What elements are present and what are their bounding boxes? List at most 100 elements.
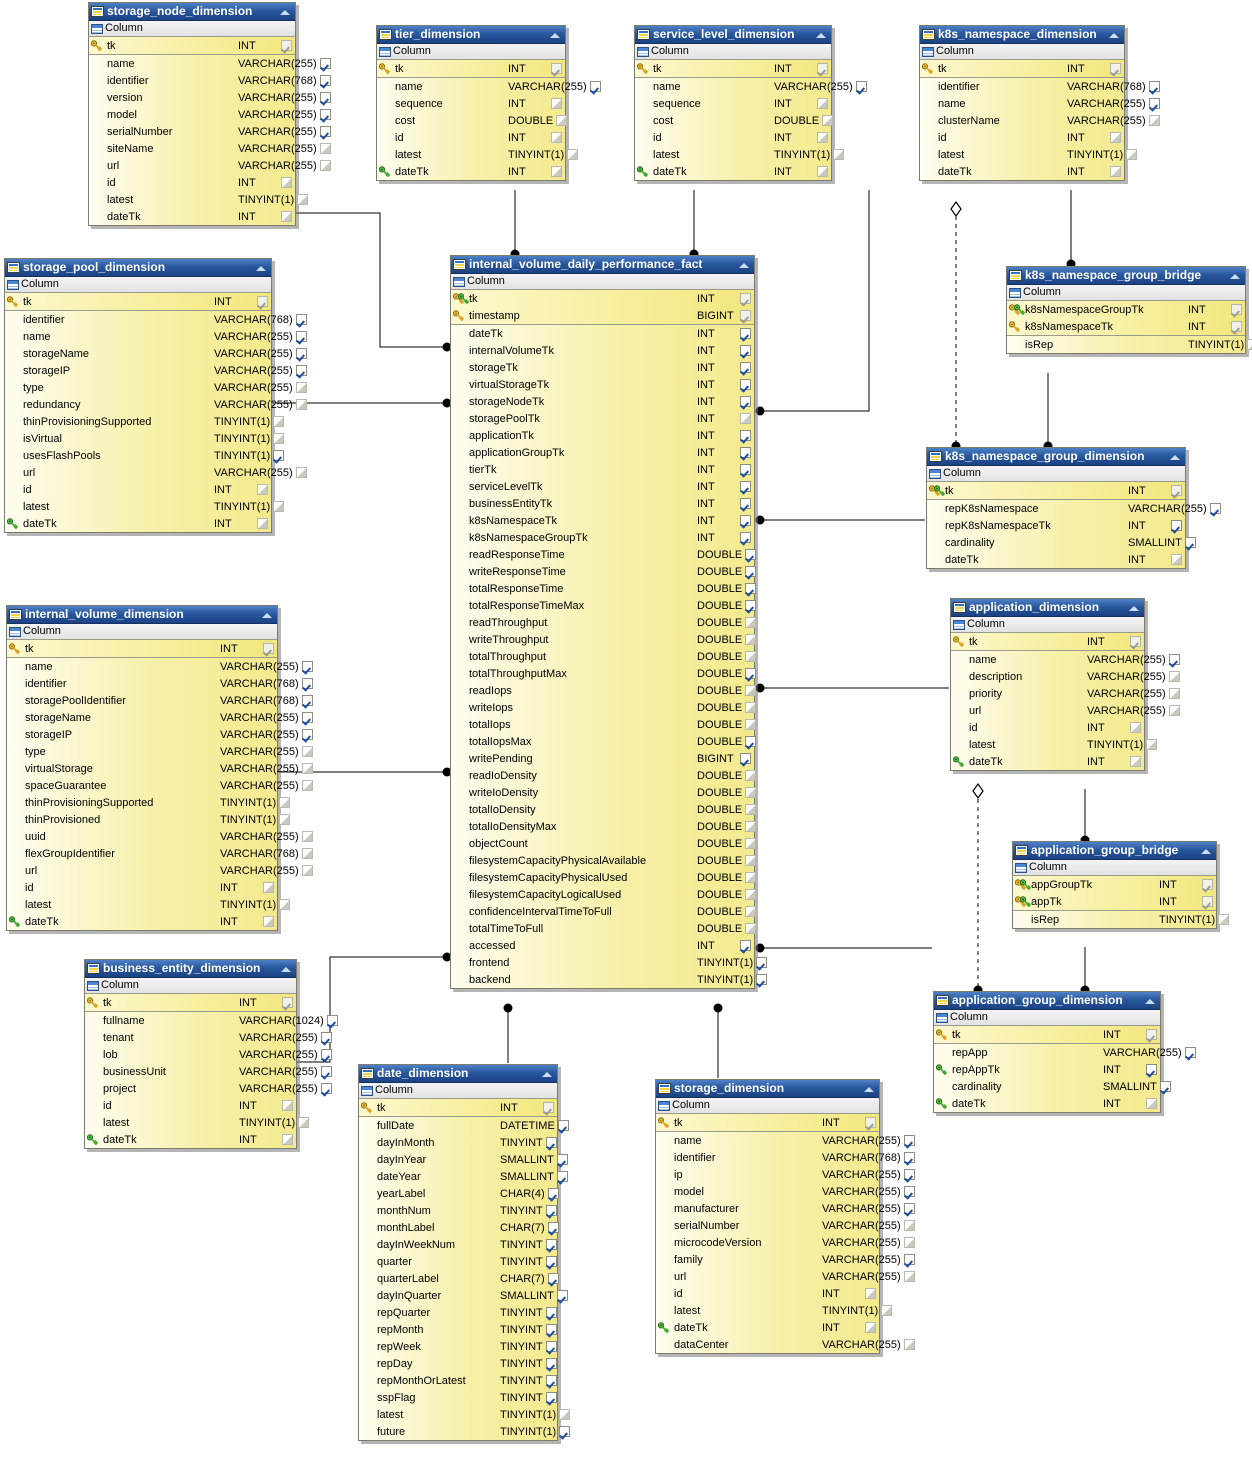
- column-checkbox[interactable]: [1148, 98, 1160, 109]
- column-row[interactable]: repAppTk INT: [934, 1061, 1160, 1078]
- column-row[interactable]: repWeek TINYINT: [359, 1338, 557, 1355]
- column-checkbox[interactable]: [295, 399, 307, 410]
- column-row[interactable]: sspFlag TINYINT: [359, 1389, 557, 1406]
- column-checkbox[interactable]: [745, 855, 757, 866]
- table-title-bar[interactable]: internal_volume_dimension: [7, 606, 277, 624]
- column-row[interactable]: filesystemCapacityLogicalUsed DOUBLE: [451, 886, 757, 903]
- column-checkbox[interactable]: [545, 1375, 557, 1386]
- column-row[interactable]: tk INT: [934, 1026, 1160, 1043]
- column-row[interactable]: dateTk INT: [89, 208, 295, 225]
- column-checkbox[interactable]: [557, 1120, 569, 1131]
- table-title-bar[interactable]: business_entity_dimension: [85, 960, 296, 978]
- column-row[interactable]: description VARCHAR(255): [951, 668, 1180, 685]
- column-checkbox-cell[interactable]: [543, 1239, 560, 1250]
- column-checkbox[interactable]: [551, 132, 562, 143]
- column-checkbox-cell[interactable]: [742, 804, 759, 815]
- column-checkbox-cell[interactable]: [1182, 537, 1199, 548]
- column-checkbox-cell[interactable]: [543, 1307, 560, 1318]
- column-checkbox[interactable]: [1130, 722, 1141, 733]
- column-row[interactable]: version VARCHAR(255): [89, 89, 331, 106]
- column-checkbox[interactable]: [1218, 914, 1230, 925]
- column-row[interactable]: id INT: [656, 1285, 879, 1302]
- column-checkbox-cell[interactable]: [318, 1049, 335, 1060]
- column-checkbox[interactable]: [1171, 554, 1182, 565]
- column-checkbox[interactable]: [282, 1134, 293, 1145]
- column-row[interactable]: dateTk INT: [920, 163, 1124, 180]
- column-checkbox-cell[interactable]: [293, 382, 310, 393]
- column-row[interactable]: dayInMonth TINYINT: [359, 1134, 557, 1151]
- column-row[interactable]: businessUnit VARCHAR(255): [85, 1063, 332, 1080]
- column-checkbox-cell[interactable]: [299, 848, 316, 859]
- column-checkbox-cell[interactable]: [556, 1426, 573, 1437]
- column-checkbox-cell[interactable]: [545, 1222, 562, 1233]
- column-row[interactable]: tk INT: [7, 640, 277, 657]
- column-checkbox-cell[interactable]: [742, 889, 759, 900]
- column-checkbox-cell[interactable]: [742, 702, 759, 713]
- table-title-bar[interactable]: k8s_namespace_group_dimension: [927, 448, 1185, 466]
- column-checkbox-cell[interactable]: [324, 1015, 341, 1026]
- column-checkbox[interactable]: [273, 433, 285, 444]
- column-checkbox[interactable]: [745, 651, 757, 662]
- column-checkbox-cell[interactable]: [555, 1120, 572, 1131]
- column-checkbox[interactable]: [545, 1307, 557, 1318]
- column-row[interactable]: tk INT: [951, 633, 1144, 650]
- column-checkbox[interactable]: [547, 1222, 559, 1233]
- collapse-chevron-icon[interactable]: [1107, 29, 1121, 41]
- column-row[interactable]: serviceLevelTk INT: [451, 478, 754, 495]
- column-checkbox[interactable]: [545, 1137, 557, 1148]
- column-checkbox-cell[interactable]: [901, 1169, 918, 1180]
- table-title-bar[interactable]: storage_pool_dimension: [5, 259, 271, 277]
- column-row[interactable]: storageIP VARCHAR(255): [5, 362, 307, 379]
- table-k8s_namespace_group_dimension[interactable]: k8s_namespace_group_dimension Column tk INT…: [926, 447, 1221, 569]
- column-row[interactable]: totalTimeToFull DOUBLE: [451, 920, 757, 937]
- column-checkbox-cell[interactable]: [318, 1066, 335, 1077]
- column-checkbox-cell[interactable]: [901, 1152, 918, 1163]
- column-checkbox-cell[interactable]: [862, 1322, 879, 1333]
- column-checkbox-cell[interactable]: [299, 763, 316, 774]
- column-checkbox[interactable]: [833, 149, 845, 160]
- column-checkbox-cell[interactable]: [737, 413, 754, 424]
- column-checkbox-cell[interactable]: [742, 685, 759, 696]
- column-checkbox-cell[interactable]: [1228, 304, 1245, 315]
- column-checkbox[interactable]: [1146, 739, 1158, 750]
- column-checkbox[interactable]: [745, 566, 757, 577]
- column-checkbox-cell[interactable]: [830, 149, 847, 160]
- column-checkbox[interactable]: [257, 518, 268, 529]
- column-checkbox-cell[interactable]: [554, 1290, 571, 1301]
- column-row[interactable]: dateTk INT: [7, 913, 277, 930]
- column-checkbox[interactable]: [903, 1135, 915, 1146]
- column-checkbox-cell[interactable]: [742, 549, 759, 560]
- column-checkbox[interactable]: [903, 1237, 915, 1248]
- column-checkbox[interactable]: [1184, 537, 1196, 548]
- column-checkbox[interactable]: [903, 1169, 915, 1180]
- column-checkbox[interactable]: [855, 81, 867, 92]
- column-row[interactable]: future TINYINT(1): [359, 1423, 571, 1440]
- column-checkbox[interactable]: [1146, 1064, 1157, 1075]
- column-checkbox-cell[interactable]: [260, 882, 277, 893]
- column-checkbox-cell[interactable]: [260, 916, 277, 927]
- column-checkbox-cell[interactable]: [1143, 1029, 1160, 1040]
- column-row[interactable]: serialNumber VARCHAR(255): [89, 123, 331, 140]
- column-checkbox[interactable]: [301, 848, 313, 859]
- column-checkbox[interactable]: [295, 331, 307, 342]
- column-row[interactable]: cardinality SMALLINT: [934, 1078, 1171, 1095]
- column-checkbox-cell[interactable]: [294, 194, 311, 205]
- column-row[interactable]: name VARCHAR(255): [656, 1132, 915, 1149]
- column-checkbox[interactable]: [273, 501, 285, 512]
- table-tier_dimension[interactable]: tier_dimension Column tk INT name VARCHAR(255…: [376, 25, 601, 181]
- column-checkbox[interactable]: [903, 1271, 915, 1282]
- table-storage_node_dimension[interactable]: storage_node_dimension Column tk INT name VAR…: [88, 2, 331, 226]
- column-checkbox[interactable]: [295, 382, 307, 393]
- column-row[interactable]: appGroupTk INT: [1013, 876, 1216, 893]
- column-checkbox[interactable]: [295, 314, 307, 325]
- column-row[interactable]: latest TINYINT(1): [5, 498, 285, 515]
- column-checkbox[interactable]: [301, 678, 313, 689]
- column-row[interactable]: tierTk INT: [451, 461, 754, 478]
- column-row[interactable]: identifier VARCHAR(768): [7, 675, 313, 692]
- column-checkbox-cell[interactable]: [293, 365, 310, 376]
- column-checkbox-cell[interactable]: [254, 518, 271, 529]
- column-row[interactable]: confidenceIntervalTimeToFull DOUBLE: [451, 903, 757, 920]
- column-checkbox-cell[interactable]: [742, 566, 759, 577]
- column-checkbox-cell[interactable]: [1107, 63, 1124, 74]
- collapse-chevron-icon[interactable]: [862, 1083, 876, 1095]
